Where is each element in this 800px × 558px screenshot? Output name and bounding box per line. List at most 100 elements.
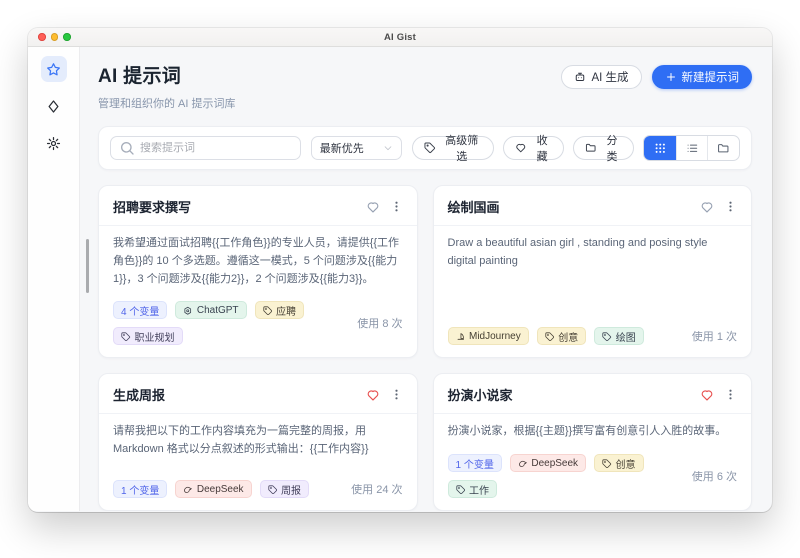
page-header: AI 提示词 管理和组织你的 AI 提示词库 AI 生成 新建提示词 xyxy=(98,61,752,111)
tag-pill[interactable]: DeepSeek xyxy=(175,480,251,498)
tag-pill[interactable]: 1 个变量 xyxy=(448,454,502,472)
category-filter-label: 分类 xyxy=(602,132,622,164)
tag-icon xyxy=(602,332,612,342)
midjourney-logo-icon xyxy=(456,332,466,342)
tag-pill[interactable]: MidJourney xyxy=(448,327,529,345)
tag-icon xyxy=(263,306,273,316)
usage-count: 使用 24 次 xyxy=(351,481,402,497)
prompt-card[interactable]: 招聘要求撰写 我希望通过面试招聘{{工作角色}}的专业人员，请提供{{工作角色}… xyxy=(98,185,418,358)
card-title: 扮演小说家 xyxy=(448,385,513,404)
tag-pill[interactable]: 周报 xyxy=(260,480,310,498)
sidebar xyxy=(28,47,80,511)
tag-pill[interactable]: 应聘 xyxy=(255,301,305,319)
usage-count: 使用 1 次 xyxy=(692,328,737,344)
sidebar-item-variables[interactable] xyxy=(41,93,67,119)
tag-icon xyxy=(602,459,612,469)
tag-icon xyxy=(545,332,555,342)
card-prompt-text: Draw a beautiful asian girl , standing a… xyxy=(434,226,752,275)
tag-label: 1 个变量 xyxy=(121,482,159,497)
tag-pill[interactable]: 职业规划 xyxy=(113,327,183,345)
tag-pill[interactable]: 工作 xyxy=(448,480,498,498)
deepseek-logo-icon xyxy=(518,459,528,469)
tag-pill[interactable]: 创意 xyxy=(594,454,644,472)
zoom-window-button[interactable] xyxy=(63,33,71,41)
tag-label: 绘图 xyxy=(616,329,636,344)
tag-pill[interactable]: 1 个变量 xyxy=(113,480,167,498)
heart-icon xyxy=(366,200,380,214)
sidebar-item-prompts[interactable] xyxy=(41,56,67,82)
star-icon xyxy=(46,62,61,77)
kebab-icon xyxy=(390,388,403,401)
tag-pill[interactable]: 绘图 xyxy=(594,327,644,345)
tag-label: 创意 xyxy=(558,329,578,344)
advanced-filter-label: 高级筛选 xyxy=(441,132,482,164)
tag-pill[interactable]: ChatGPT xyxy=(175,301,246,319)
card-title: 生成周报 xyxy=(113,385,165,404)
grid-icon xyxy=(654,142,667,155)
sort-selected-value: 最新优先 xyxy=(320,140,364,156)
card-title: 绘制国画 xyxy=(448,197,500,216)
prompt-card[interactable]: 绘制国画 Draw a beautiful asian girl , stand… xyxy=(433,185,753,358)
tag-label: 4 个变量 xyxy=(121,303,159,318)
minimize-window-button[interactable] xyxy=(51,33,59,41)
tag-label: ChatGPT xyxy=(197,305,239,316)
advanced-filter-button[interactable]: 高级筛选 xyxy=(412,136,494,160)
gear-icon xyxy=(46,136,61,151)
chatgpt-logo-icon xyxy=(183,306,193,316)
tag-row: 1 个变量 DeepSeek 周报 xyxy=(113,480,309,498)
scrollbar-thumb[interactable] xyxy=(86,239,89,293)
kebab-icon xyxy=(724,200,737,213)
search-box[interactable] xyxy=(110,136,301,160)
heart-icon xyxy=(700,200,714,214)
tag-pill[interactable]: DeepSeek xyxy=(510,454,586,472)
close-window-button[interactable] xyxy=(38,33,46,41)
new-prompt-label: 新建提示词 xyxy=(682,69,740,85)
traffic-lights xyxy=(38,28,71,46)
view-folder-button[interactable] xyxy=(707,136,739,160)
list-icon xyxy=(686,142,699,155)
tag-label: 1 个变量 xyxy=(456,456,494,471)
search-input[interactable] xyxy=(140,142,292,154)
more-options-button[interactable] xyxy=(390,200,403,213)
ai-generate-button[interactable]: AI 生成 xyxy=(561,65,641,89)
kebab-icon xyxy=(724,388,737,401)
ai-generate-label: AI 生成 xyxy=(591,69,628,85)
usage-count: 使用 6 次 xyxy=(692,468,737,484)
favorite-button[interactable] xyxy=(700,200,714,214)
tag-pill[interactable]: 创意 xyxy=(537,327,587,345)
folder-icon xyxy=(585,142,597,154)
diamond-icon xyxy=(46,99,61,114)
view-grid-button[interactable] xyxy=(644,136,676,160)
view-list-button[interactable] xyxy=(676,136,708,160)
sort-select[interactable]: 最新优先 xyxy=(311,136,403,160)
kebab-icon xyxy=(390,200,403,213)
heart-icon xyxy=(700,388,714,402)
window-title: AI Gist xyxy=(384,32,416,43)
toolbar: 最新优先 高级筛选 收藏 xyxy=(98,126,752,170)
new-prompt-button[interactable]: 新建提示词 xyxy=(652,65,753,89)
bot-icon xyxy=(574,71,586,83)
page-subtitle: 管理和组织你的 AI 提示词库 xyxy=(98,95,236,111)
search-icon xyxy=(119,140,135,156)
more-options-button[interactable] xyxy=(724,388,737,401)
tag-label: 职业规划 xyxy=(135,329,175,344)
view-toggle xyxy=(643,135,740,161)
titlebar[interactable]: AI Gist xyxy=(28,28,772,47)
sidebar-item-settings[interactable] xyxy=(41,130,67,156)
category-filter-button[interactable]: 分类 xyxy=(573,136,634,160)
more-options-button[interactable] xyxy=(390,388,403,401)
favorite-button[interactable] xyxy=(700,388,714,402)
more-options-button[interactable] xyxy=(724,200,737,213)
tag-pill[interactable]: 4 个变量 xyxy=(113,301,167,319)
favorite-button[interactable] xyxy=(366,388,380,402)
favorites-filter-button[interactable]: 收藏 xyxy=(503,136,564,160)
favorite-button[interactable] xyxy=(366,200,380,214)
tag-label: 周报 xyxy=(281,482,301,497)
prompt-card-grid: 招聘要求撰写 我希望通过面试招聘{{工作角色}}的专业人员，请提供{{工作角色}… xyxy=(98,185,752,511)
prompt-card[interactable]: 生成周报 请帮我把以下的工作内容填充为一篇完整的周报，用 Markdown 格式… xyxy=(98,373,418,511)
prompt-card[interactable]: 扮演小说家 扮演小说家，根据{{主题}}撰写富有创意引人入胜的故事。 1 个变量… xyxy=(433,373,753,511)
tag-row: 1 个变量 DeepSeek 创意工作 xyxy=(448,454,684,498)
tag-label: DeepSeek xyxy=(531,458,578,469)
chevron-down-icon xyxy=(383,143,393,153)
plus-icon xyxy=(665,71,677,83)
